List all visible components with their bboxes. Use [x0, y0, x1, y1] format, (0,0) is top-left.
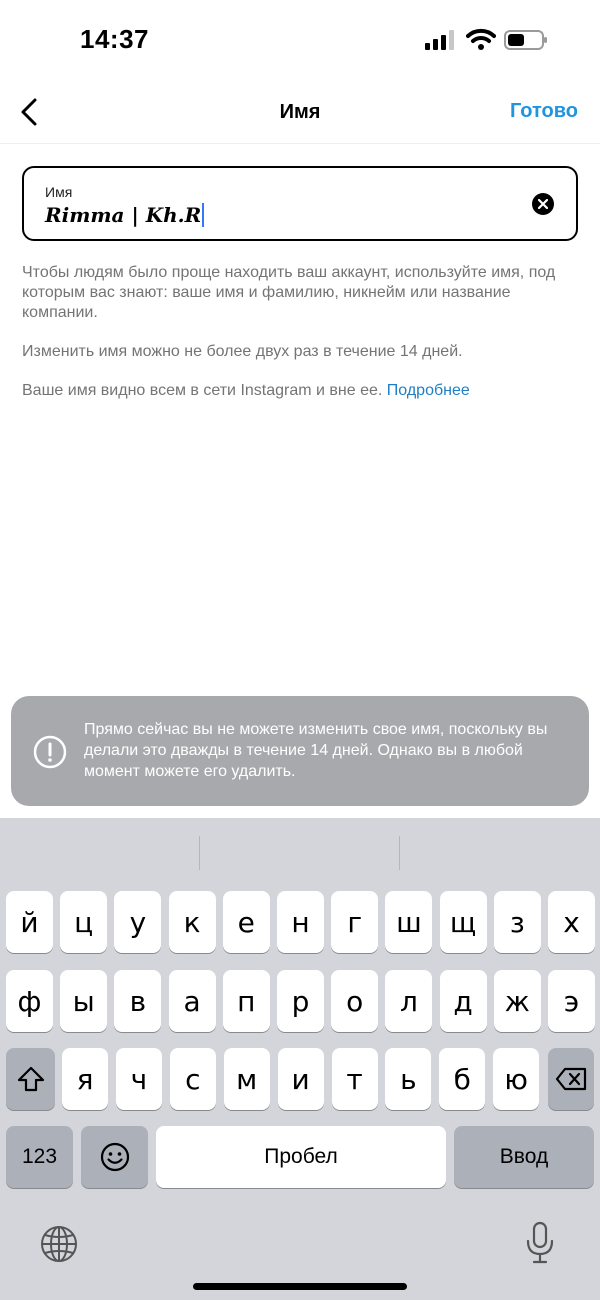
name-field[interactable]: Имя Rimma | Kh.R [22, 166, 578, 241]
close-icon [538, 199, 548, 209]
name-input[interactable]: Rimma | Kh.R [45, 203, 205, 227]
key-row2[interactable]: ж [493, 970, 541, 1032]
return-key[interactable]: Ввод [454, 1126, 594, 1188]
key-row2[interactable]: ф [6, 970, 53, 1032]
key-row3[interactable]: ь [385, 1048, 432, 1110]
status-bar: 14:37 [0, 0, 600, 80]
keyboard: йцукенгшщзх фывапролджэ ячсмитьбю 123 Пр… [0, 818, 600, 1300]
key-row2[interactable]: р [277, 970, 324, 1032]
key-row1[interactable]: е [222, 891, 270, 953]
help-text-name-usage: Чтобы людям было проще находить ваш акка… [22, 264, 556, 321]
key-row1[interactable]: г [331, 891, 379, 953]
warning-toast: Прямо сейчас вы не можете изменить свое … [11, 696, 589, 806]
clear-button[interactable] [532, 193, 554, 215]
key-row1[interactable]: х [548, 891, 595, 953]
space-key[interactable]: Пробел [156, 1126, 446, 1188]
key-row3[interactable]: ч [115, 1048, 162, 1110]
emoji-key[interactable] [81, 1126, 148, 1188]
key-row2[interactable]: п [222, 970, 270, 1032]
key-row2[interactable]: д [439, 970, 487, 1032]
toast-message: Прямо сейчас вы не можете изменить свое … [84, 721, 548, 780]
key-row1[interactable]: у [114, 891, 162, 953]
cellular-signal-icon [425, 30, 454, 50]
exclamation-circle-icon [33, 735, 67, 769]
suggestion-divider [199, 836, 200, 870]
key-row3[interactable]: с [169, 1048, 216, 1110]
learn-more-link[interactable]: Подробнее [387, 382, 470, 399]
battery-icon [504, 30, 547, 50]
key-row3[interactable]: м [223, 1048, 270, 1110]
suggestion-divider [399, 836, 400, 870]
key-row3[interactable]: т [331, 1048, 378, 1110]
key-row2[interactable]: ы [60, 970, 108, 1032]
key-row3[interactable]: б [439, 1048, 486, 1110]
key-row1[interactable]: ц [60, 891, 108, 953]
key-row1[interactable]: к [168, 891, 216, 953]
key-row2[interactable]: в [114, 970, 162, 1032]
key-row3[interactable]: ю [493, 1048, 540, 1110]
help-text-visibility: Ваше имя видно всем в сети Instagram и в… [22, 381, 582, 401]
text-caret [202, 203, 205, 227]
key-row1[interactable]: щ [439, 891, 487, 953]
status-time: 14:37 [80, 24, 149, 54]
key-row1[interactable]: з [493, 891, 541, 953]
key-row2[interactable]: о [331, 970, 379, 1032]
wifi-icon [466, 28, 496, 50]
numbers-key[interactable]: 123 [6, 1126, 73, 1188]
key-row1[interactable]: ш [385, 891, 433, 953]
home-indicator [193, 1283, 407, 1290]
shift-key[interactable] [6, 1048, 55, 1110]
key-row2[interactable]: э [548, 970, 595, 1032]
microphone-icon[interactable] [525, 1221, 555, 1265]
globe-icon[interactable] [40, 1225, 78, 1263]
key-row1[interactable]: н [277, 891, 324, 953]
key-row1[interactable]: й [6, 891, 53, 953]
shift-icon [17, 1066, 44, 1092]
key-row2[interactable]: а [168, 970, 216, 1032]
key-row3[interactable]: я [62, 1048, 108, 1110]
emoji-icon [100, 1142, 129, 1172]
visibility-text: Ваше имя видно всем в сети Instagram и в… [22, 382, 383, 399]
backspace-icon [555, 1067, 587, 1091]
name-input-value: Rimma | Kh.R [45, 203, 202, 227]
help-text-change-limit: Изменить имя можно не более двух раз в т… [22, 343, 463, 360]
nav-bar: Имя Готово [0, 80, 600, 144]
done-button[interactable]: Готово [510, 100, 578, 123]
backspace-key[interactable] [548, 1048, 594, 1110]
key-row3[interactable]: и [277, 1048, 324, 1110]
key-row2[interactable]: л [385, 970, 433, 1032]
name-field-label: Имя [45, 184, 73, 200]
